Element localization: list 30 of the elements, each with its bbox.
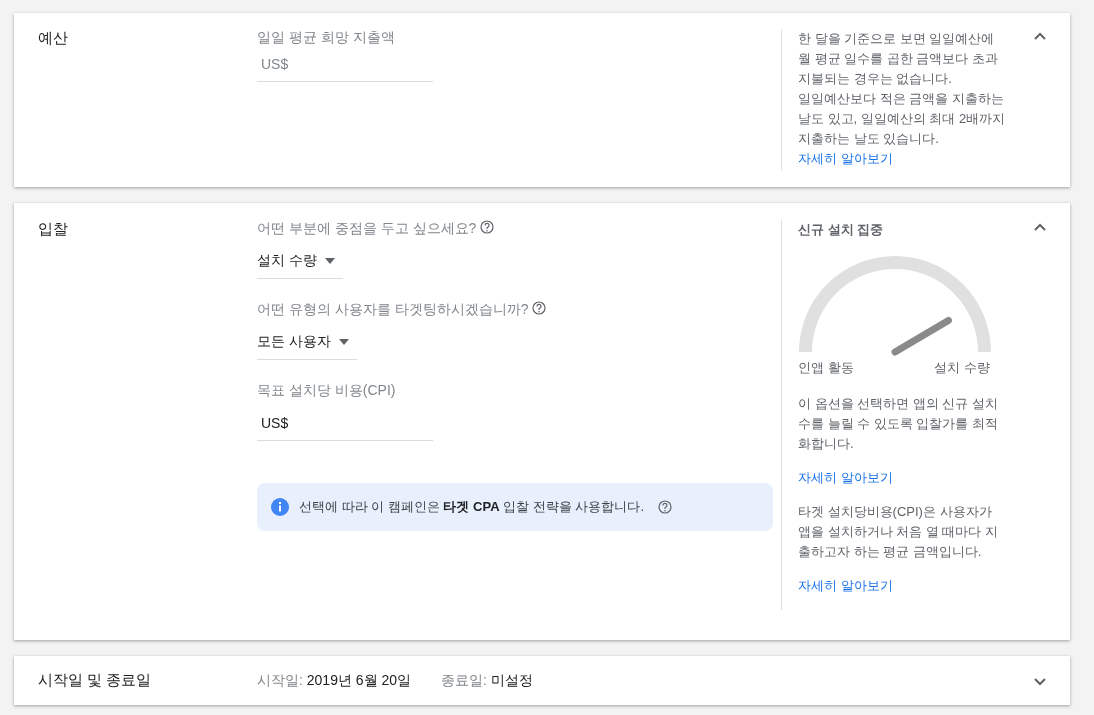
help-icon[interactable]	[480, 220, 495, 234]
help-text: 이 옵션을 선택하면 앱의 신규 설치 수를 늘릴 수 있도록 입찰가를 최적화합니다. 자세히 알아보기	[798, 394, 1006, 488]
help-text: 타겟 설치당비용(CPI)은 사용자가 앱을 설치하거나 처음 열 때마다 지출하고자 하는 평균 금액입니다. 자세히 알아보기	[798, 502, 1006, 596]
field-label: 일일 평균 희망 지출액	[257, 29, 396, 47]
question-label: 어떤 유형의 사용자를 타겟팅하시겠습니까?	[257, 301, 529, 317]
dropdown-caret-icon	[338, 339, 349, 345]
side-panel-title: 신규 설치 집중	[798, 221, 885, 239]
budget-input-field[interactable]: US$	[257, 56, 433, 72]
question-label: 어떤 부분에 중점을 두고 싶으세요?	[257, 220, 477, 236]
date-value: 미설정	[490, 671, 533, 688]
help-icon[interactable]	[658, 500, 672, 514]
section-title: 예산	[38, 29, 68, 46]
date-label: 종료일:	[441, 671, 487, 688]
section-title: 입찰	[38, 220, 68, 237]
field-label: 목표 설치당 비용(CPI)	[257, 382, 397, 400]
learn-more-link[interactable]: 자세히 알아보기	[798, 151, 893, 166]
learn-more-link[interactable]: 자세히 알아보기	[798, 468, 893, 488]
learn-more-link[interactable]: 자세히 알아보기	[798, 576, 893, 596]
dropdown-caret-icon	[324, 258, 335, 264]
help-text: 한 달을 기준으로 보면 일일예산에 월 평균 일수를 곱한 금액보다 초과 지불되는 경우는 없습니다.	[798, 30, 1000, 88]
info-text: 선택에 따라 이 캠페인은 타겟 CPA 입찰 전략을 사용합니다.	[299, 498, 644, 516]
date-value: 2019년 6월 20일	[306, 671, 412, 688]
help-icon[interactable]	[532, 301, 547, 315]
gauge-max-label: 설치 수량	[934, 359, 990, 377]
help-text: 일일예산보다 적은 금액을 지출하는 날도 있고, 일일예산의 최대 2배까지 지출하는 날도 있습니다. 자세히 알아보기	[798, 90, 1006, 168]
cpi-input-field[interactable]: US$	[257, 415, 433, 431]
date-label: 시작일:	[257, 671, 303, 688]
section-title: 시작일 및 종료일	[38, 671, 152, 688]
info-icon	[271, 498, 289, 516]
gauge-min-label: 인앱 활동	[798, 359, 854, 377]
